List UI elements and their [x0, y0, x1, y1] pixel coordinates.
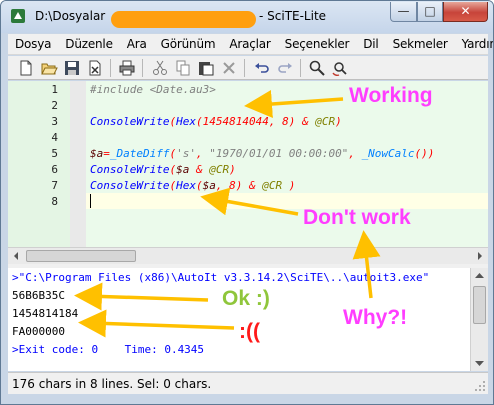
output-line: FA000000: [12, 325, 65, 338]
redo-icon[interactable]: [276, 59, 294, 77]
menu-yardim[interactable]: Yardım: [455, 37, 493, 51]
line-number: 4: [51, 131, 58, 144]
close-file-icon[interactable]: [86, 59, 104, 77]
close-button[interactable]: ✕: [443, 2, 488, 22]
scite-app-icon: [11, 9, 25, 23]
output-line: >"C:\Program Files (x86)\AutoIt v3.3.14.…: [12, 271, 430, 284]
line-number: 7: [51, 179, 58, 192]
annotation-why: Why?!: [343, 306, 408, 329]
status-text: 176 chars in 8 lines. Sel: 0 chars.: [12, 377, 212, 391]
code-line-6: ConsoleWrite($a & @CR): [90, 163, 236, 176]
resize-grip-icon[interactable]: [474, 380, 486, 392]
line-number: 3: [51, 115, 58, 128]
minimize-button[interactable]: —: [390, 2, 417, 22]
output-line: 56B6B35C: [12, 289, 65, 302]
scroll-thumb[interactable]: [473, 286, 486, 324]
title-bar[interactable]: D:\Dosyalar - SciTE-Lite — □ ✕: [1, 1, 493, 33]
redacted-path-highlight: [111, 11, 256, 28]
menu-bar: Dosya Düzenle Ara Görünüm Araçlar Seçene…: [8, 34, 493, 55]
maximize-icon: □: [424, 4, 436, 18]
status-bar: 176 chars in 8 lines. Sel: 0 chars.: [8, 372, 488, 394]
current-line-highlight: [86, 193, 488, 209]
scroll-up-icon[interactable]: [471, 268, 488, 285]
menu-duzenle[interactable]: Düzenle: [58, 37, 119, 51]
scite-window: D:\Dosyalar - SciTE-Lite — □ ✕ Dosya Düz…: [0, 0, 494, 405]
window-title-path: D:\Dosyalar: [35, 9, 106, 23]
menu-sekmeler[interactable]: Sekmeler: [386, 37, 455, 51]
editor-horizontal-scrollbar[interactable]: [8, 247, 488, 264]
annotation-dont-work: Don't work: [303, 206, 411, 229]
output-line: 1454814184: [12, 307, 79, 320]
delete-icon[interactable]: [220, 59, 238, 77]
toolbar-separator: [300, 59, 301, 77]
replace-icon[interactable]: [331, 59, 349, 77]
menu-ara[interactable]: Ara: [120, 37, 154, 51]
line-number: 5: [51, 147, 58, 160]
code-line-7: ConsoleWrite(Hex($a, 8) & @CR ): [90, 179, 296, 192]
save-icon[interactable]: [63, 59, 81, 77]
line-number: 1: [51, 83, 58, 96]
annotation-ok: Ok :): [222, 287, 270, 310]
line-number: 8: [51, 195, 58, 208]
toolbar: [8, 56, 488, 80]
code-line-3: ConsoleWrite(Hex(1454814044, 8) & @CR): [90, 115, 342, 128]
scroll-left-icon[interactable]: [8, 248, 25, 264]
new-file-icon[interactable]: [17, 59, 35, 77]
undo-icon[interactable]: [253, 59, 271, 77]
text-caret: [90, 194, 91, 208]
toolbar-separator: [244, 59, 245, 77]
open-folder-icon[interactable]: [40, 59, 58, 77]
menu-araclar[interactable]: Araçlar: [222, 37, 277, 51]
menu-dil[interactable]: Dil: [356, 37, 385, 51]
output-line: >Exit code: 0 Time: 0.4345: [12, 343, 205, 356]
menu-dosya[interactable]: Dosya: [8, 37, 58, 51]
scroll-right-icon[interactable]: [471, 248, 488, 264]
toolbar-separator: [110, 59, 111, 77]
code-line-1: #include <Date.au3>: [90, 83, 216, 96]
cut-icon[interactable]: [151, 59, 169, 77]
paste-icon[interactable]: [197, 59, 215, 77]
close-icon: ✕: [460, 4, 471, 18]
window-title-app: - SciTE-Lite: [259, 9, 327, 23]
annotation-sad: :((: [239, 320, 260, 343]
fold-margin[interactable]: [70, 81, 86, 247]
scroll-down-icon[interactable]: [471, 354, 488, 371]
line-number: 6: [51, 163, 58, 176]
menu-secenekler[interactable]: Seçenekler: [278, 37, 357, 51]
print-icon[interactable]: [118, 59, 136, 77]
minimize-icon: —: [397, 4, 410, 18]
copy-icon[interactable]: [174, 59, 192, 77]
line-number: 2: [51, 99, 58, 112]
find-icon[interactable]: [308, 59, 326, 77]
toolbar-separator: [142, 59, 143, 77]
menu-gorunum[interactable]: Görünüm: [154, 37, 223, 51]
scroll-thumb[interactable]: [26, 250, 136, 262]
line-number-gutter: 1 2 3 4 5 6 7 8: [8, 81, 70, 247]
annotation-working: Working: [349, 84, 433, 107]
maximize-button[interactable]: □: [417, 2, 443, 22]
code-line-5: $a=_DateDiff('s', "1970/01/01 00:00:00",…: [90, 147, 435, 160]
output-vertical-scrollbar[interactable]: [470, 268, 488, 371]
